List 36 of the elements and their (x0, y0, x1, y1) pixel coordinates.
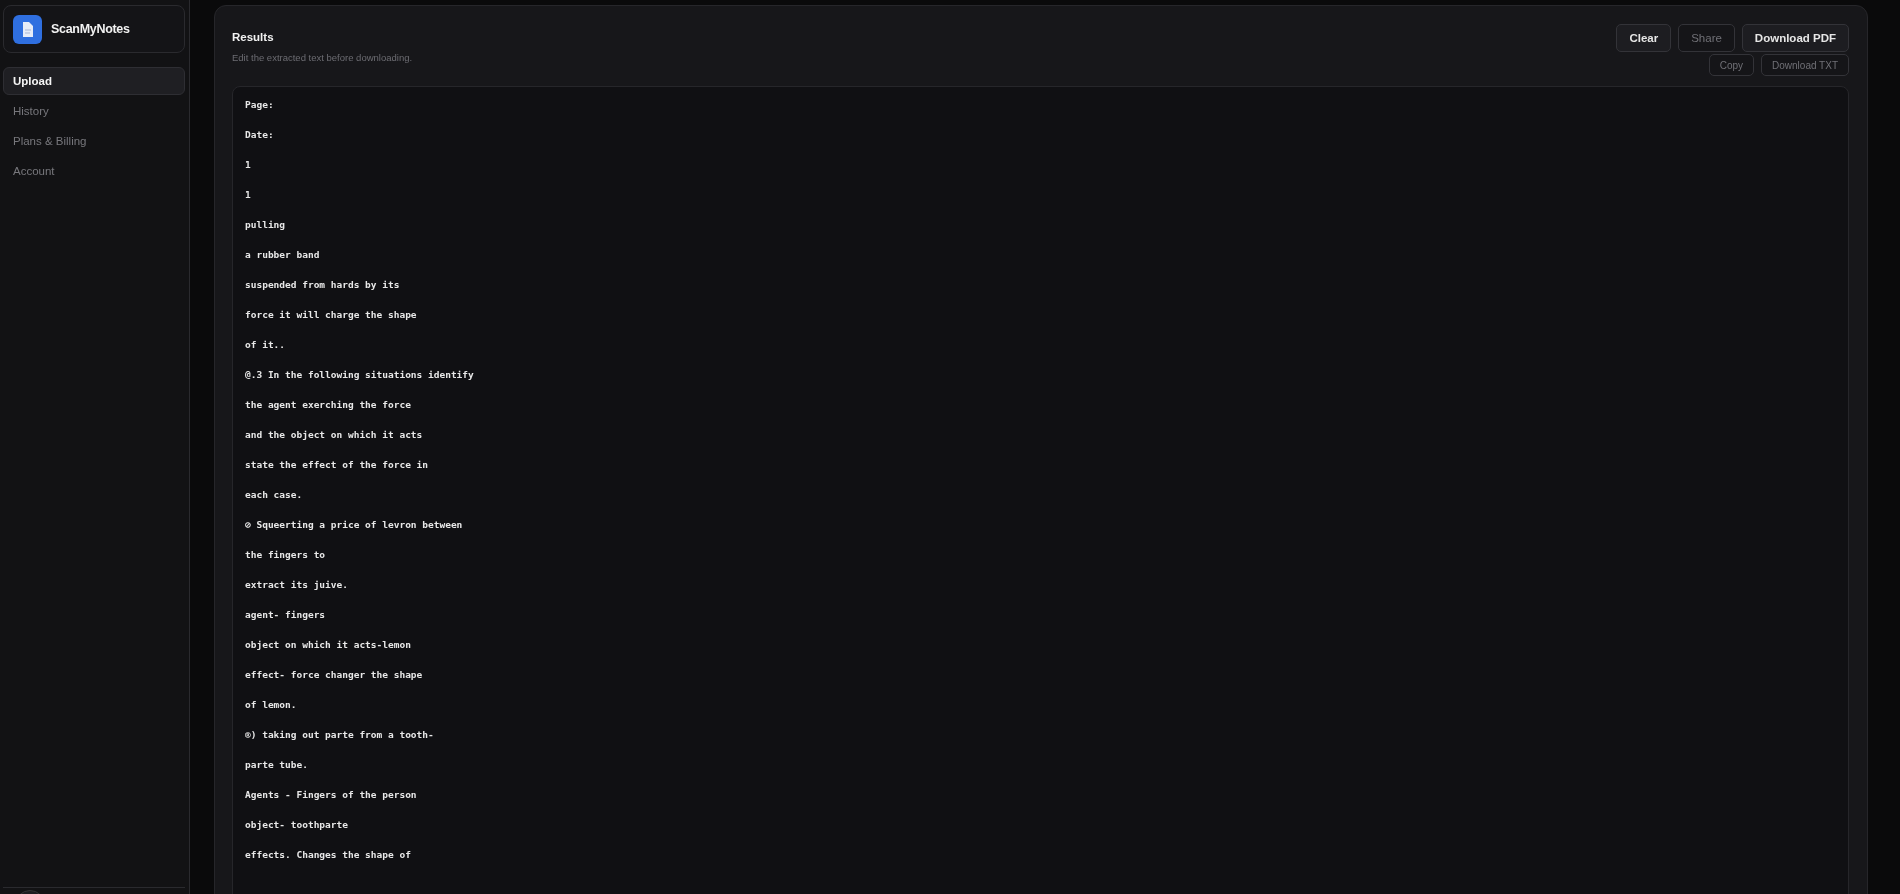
nav-item[interactable]: History (3, 97, 185, 125)
text-line: Agents - Fingers of the person (245, 789, 417, 800)
text-line: the agent exerching the force (245, 399, 411, 410)
text-line: of lemon. (245, 699, 297, 710)
text-line: state the effect of the force in (245, 459, 429, 470)
text-line: and the object on which it acts (245, 429, 423, 440)
text-line: agent- fingers (245, 609, 326, 620)
document-icon (13, 14, 42, 44)
brand-name: ScanMyNotes (51, 22, 130, 36)
download-pdf-button[interactable]: Download PDF (1741, 24, 1849, 52)
text-line: Page: (245, 99, 274, 110)
text-line: a rubber band (245, 249, 320, 260)
text-line: suspended from hards by its (245, 279, 400, 290)
text-line: pulling (245, 219, 286, 230)
nav-item[interactable]: Upload (3, 67, 185, 95)
text-line: extract its juive. (245, 579, 348, 590)
text-line: of it.. (245, 339, 286, 350)
text-line: the fingers to (245, 549, 326, 560)
results-subtitle: Edit the extracted text before downloading. (232, 52, 413, 63)
action-button[interactable]: Clear (1616, 24, 1672, 52)
text-line: each case. (245, 489, 303, 500)
text-line: Date: (245, 129, 274, 140)
text-line: @.3 In the following situations identify (245, 369, 474, 380)
text-line: 1 (245, 189, 251, 200)
text-line: parte tube. (245, 759, 308, 770)
text-line: 1 (245, 159, 251, 170)
text-line: ⊘ Squeerting a price of levron between (245, 519, 463, 530)
text-line: effects. Changes the shape of (245, 849, 411, 860)
text-line: ®) taking out parte from a tooth- (245, 729, 434, 740)
text-line: force it will charge the shape (245, 309, 417, 320)
text-line: object- toothparte (245, 819, 348, 830)
nav-item[interactable]: Account (3, 157, 185, 185)
text-line: object on which it acts-lemon (245, 639, 411, 650)
nav-item[interactable]: Plans & Billing (3, 127, 185, 155)
results-title: Results (232, 31, 275, 43)
text-line: effect- force changer the shape (245, 669, 423, 680)
